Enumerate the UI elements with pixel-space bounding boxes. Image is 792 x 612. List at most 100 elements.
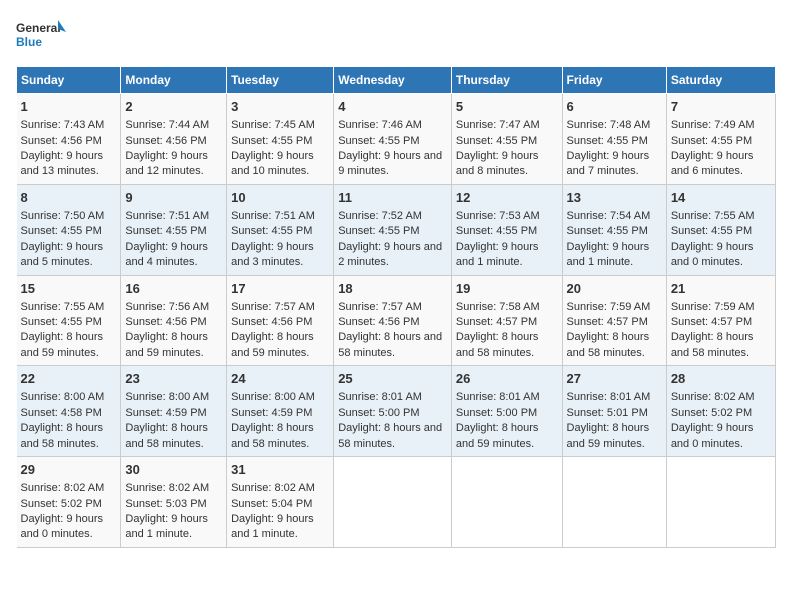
sunset-label: Sunset: 4:55 PM	[671, 135, 752, 147]
sunrise-label: Sunrise: 7:52 AM	[338, 210, 422, 222]
day-number: 9	[125, 189, 222, 207]
calendar-cell: 4 Sunrise: 7:46 AM Sunset: 4:55 PM Daylight…	[334, 94, 452, 185]
sunrise-label: Sunrise: 7:57 AM	[231, 301, 315, 313]
sunrise-label: Sunrise: 7:46 AM	[338, 119, 422, 131]
daylight-label: Daylight: 9 hours and 7 minutes.	[567, 150, 650, 177]
header-day-monday: Monday	[121, 67, 227, 94]
sunset-label: Sunset: 5:00 PM	[456, 407, 537, 419]
sunset-label: Sunset: 4:55 PM	[125, 225, 206, 237]
sunrise-label: Sunrise: 7:59 AM	[671, 301, 755, 313]
sunrise-label: Sunrise: 7:58 AM	[456, 301, 540, 313]
calendar-cell: 9Sunrise: 7:51 AMSunset: 4:55 PMDaylight…	[121, 184, 227, 275]
header-day-sunday: Sunday	[17, 67, 121, 94]
calendar-table: SundayMondayTuesdayWednesdayThursdayFrid…	[16, 66, 776, 548]
day-number: 13	[567, 189, 662, 207]
sunset-label: Sunset: 4:57 PM	[671, 316, 752, 328]
daylight-label: Daylight: 9 hours and 2 minutes.	[338, 241, 442, 268]
sunset-label: Sunset: 5:02 PM	[21, 498, 102, 510]
calendar-cell: 17 Sunrise: 7:57 AM Sunset: 4:56 PM Dayligh…	[227, 275, 334, 366]
header-day-tuesday: Tuesday	[227, 67, 334, 94]
sunrise-label: Sunrise: 8:00 AM	[21, 391, 105, 403]
sunrise-label: Sunrise: 7:50 AM	[21, 210, 105, 222]
daylight-label: Daylight: 9 hours and 8 minutes.	[456, 150, 539, 177]
day-number: 11	[338, 189, 447, 207]
calendar-cell	[451, 457, 562, 548]
calendar-cell: 16Sunrise: 7:56 AMSunset: 4:56 PMDayligh…	[121, 275, 227, 366]
calendar-cell: 13Sunrise: 7:54 AMSunset: 4:55 PMDayligh…	[562, 184, 666, 275]
daylight-label: Daylight: 9 hours and 1 minute.	[567, 241, 650, 268]
sunset-label: Sunset: 5:00 PM	[338, 407, 419, 419]
daylight-label: Daylight: 8 hours and 58 minutes.	[125, 422, 208, 449]
daylight-label: Daylight: 8 hours and 58 minutes.	[231, 422, 314, 449]
daylight-label: Daylight: 9 hours and 1 minute.	[231, 513, 314, 540]
day-number: 6	[567, 98, 662, 116]
day-number: 25	[338, 370, 447, 388]
calendar-cell: 2Sunrise: 7:44 AMSunset: 4:56 PMDaylight…	[121, 94, 227, 185]
calendar-cell: 1Sunrise: 7:43 AMSunset: 4:56 PMDaylight…	[17, 94, 121, 185]
day-number: 30	[125, 461, 222, 479]
sunrise-label: Sunrise: 7:55 AM	[21, 301, 105, 313]
day-number: 14	[671, 189, 771, 207]
daylight-label: Daylight: 8 hours and 58 minutes.	[21, 422, 104, 449]
day-number: 21	[671, 280, 771, 298]
daylight-label: Daylight: 8 hours and 58 minutes.	[338, 422, 442, 449]
calendar-cell	[666, 457, 775, 548]
sunset-label: Sunset: 4:55 PM	[456, 225, 537, 237]
daylight-label: Daylight: 8 hours and 58 minutes.	[456, 331, 539, 358]
calendar-week-row: 22Sunrise: 8:00 AMSunset: 4:58 PMDayligh…	[17, 366, 776, 457]
calendar-cell: 22Sunrise: 8:00 AMSunset: 4:58 PMDayligh…	[17, 366, 121, 457]
day-number: 18	[338, 280, 447, 298]
sunrise-label: Sunrise: 7:54 AM	[567, 210, 651, 222]
daylight-label: Daylight: 8 hours and 59 minutes.	[231, 331, 314, 358]
sunset-label: Sunset: 4:57 PM	[567, 316, 648, 328]
day-number: 27	[567, 370, 662, 388]
daylight-label: Daylight: 9 hours and 5 minutes.	[21, 241, 104, 268]
sunset-label: Sunset: 4:55 PM	[567, 135, 648, 147]
calendar-cell	[334, 457, 452, 548]
day-number: 5	[456, 98, 558, 116]
day-number: 3	[231, 98, 329, 116]
sunrise-label: Sunrise: 7:55 AM	[671, 210, 755, 222]
sunset-label: Sunset: 4:56 PM	[338, 316, 419, 328]
calendar-cell: 8Sunrise: 7:50 AMSunset: 4:55 PMDaylight…	[17, 184, 121, 275]
calendar-cell: 30Sunrise: 8:02 AMSunset: 5:03 PMDayligh…	[121, 457, 227, 548]
header-day-thursday: Thursday	[451, 67, 562, 94]
day-number: 2	[125, 98, 222, 116]
calendar-cell: 25Sunrise: 8:01 AMSunset: 5:00 PMDayligh…	[334, 366, 452, 457]
sunset-label: Sunset: 5:04 PM	[231, 498, 312, 510]
daylight-label: Daylight: 8 hours and 59 minutes.	[567, 422, 650, 449]
daylight-label: Daylight: 9 hours and 6 minutes.	[671, 150, 754, 177]
sunrise-label: Sunrise: 8:02 AM	[671, 391, 755, 403]
header-day-friday: Friday	[562, 67, 666, 94]
sunset-label: Sunset: 4:56 PM	[125, 316, 206, 328]
day-number: 4	[338, 98, 447, 116]
sunset-label: Sunset: 5:01 PM	[567, 407, 648, 419]
day-number: 10	[231, 189, 329, 207]
sunrise-label: Sunrise: 7:43 AM	[21, 119, 105, 131]
day-number: 17	[231, 280, 329, 298]
calendar-cell: 10Sunrise: 7:51 AMSunset: 4:55 PMDayligh…	[227, 184, 334, 275]
daylight-label: Daylight: 9 hours and 0 minutes.	[21, 513, 104, 540]
sunset-label: Sunset: 4:55 PM	[338, 135, 419, 147]
daylight-label: Daylight: 9 hours and 0 minutes.	[671, 422, 754, 449]
sunrise-label: Sunrise: 7:59 AM	[567, 301, 651, 313]
calendar-week-row: 1Sunrise: 7:43 AMSunset: 4:56 PMDaylight…	[17, 94, 776, 185]
day-number: 8	[21, 189, 117, 207]
sunrise-label: Sunrise: 7:51 AM	[125, 210, 209, 222]
svg-text:Blue: Blue	[16, 35, 42, 49]
daylight-label: Daylight: 9 hours and 1 minute.	[456, 241, 539, 268]
daylight-label: Daylight: 9 hours and 9 minutes.	[338, 150, 442, 177]
calendar-cell: 24Sunrise: 8:00 AMSunset: 4:59 PMDayligh…	[227, 366, 334, 457]
calendar-cell: 27Sunrise: 8:01 AMSunset: 5:01 PMDayligh…	[562, 366, 666, 457]
day-number: 22	[21, 370, 117, 388]
calendar-cell: 26Sunrise: 8:01 AMSunset: 5:00 PMDayligh…	[451, 366, 562, 457]
daylight-label: Daylight: 9 hours and 0 minutes.	[671, 241, 754, 268]
sunrise-label: Sunrise: 8:02 AM	[231, 482, 315, 494]
svg-text:General: General	[16, 21, 61, 35]
day-number: 15	[21, 280, 117, 298]
sunset-label: Sunset: 4:56 PM	[21, 135, 102, 147]
day-number: 20	[567, 280, 662, 298]
calendar-cell: 3Sunrise: 7:45 AMSunset: 4:55 PMDaylight…	[227, 94, 334, 185]
sunset-label: Sunset: 5:02 PM	[671, 407, 752, 419]
sunset-label: Sunset: 4:56 PM	[231, 316, 312, 328]
